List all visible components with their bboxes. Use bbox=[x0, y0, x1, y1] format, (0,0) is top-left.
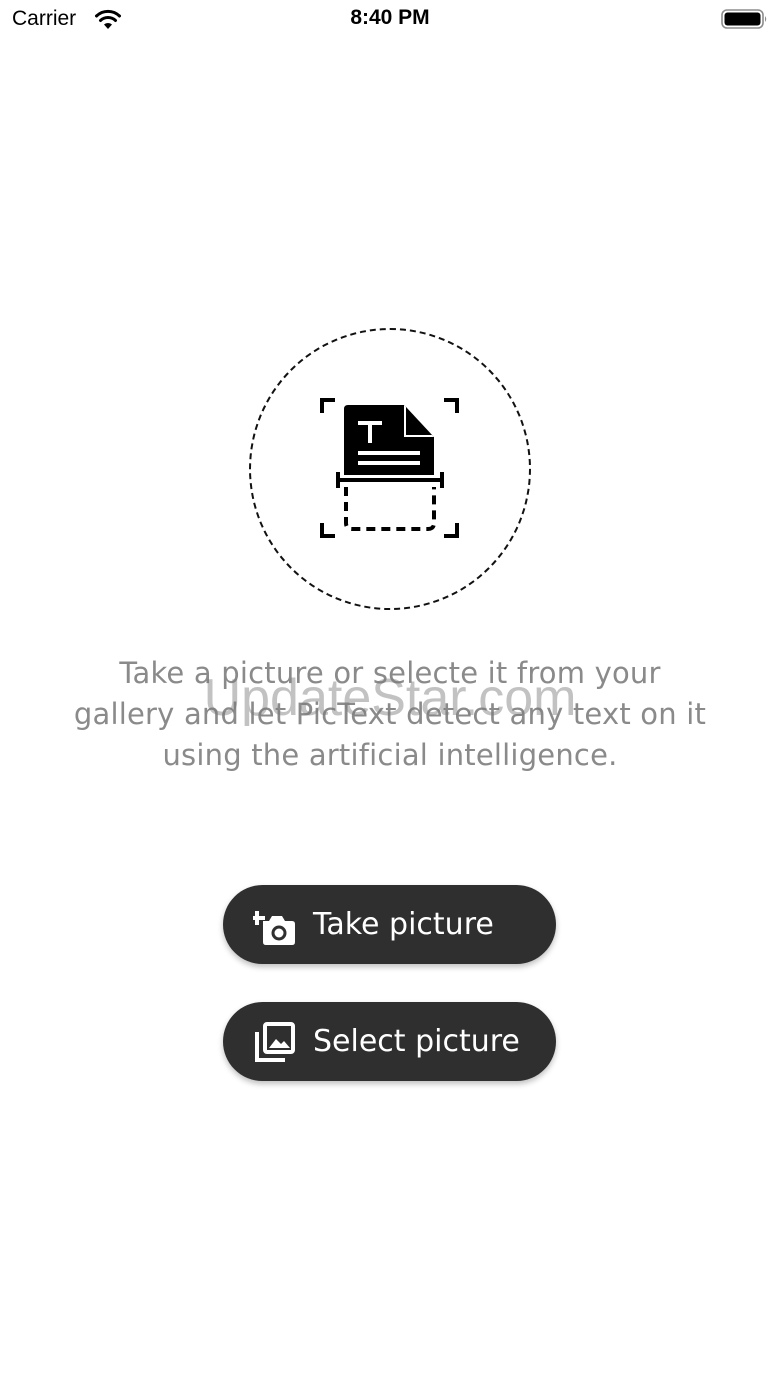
take-picture-button[interactable]: Take picture bbox=[223, 885, 556, 964]
select-picture-label: Select picture bbox=[313, 1024, 520, 1059]
status-bar: Carrier 8:40 PM bbox=[0, 0, 780, 40]
photo-library-icon bbox=[255, 1021, 295, 1062]
select-picture-button[interactable]: Select picture bbox=[223, 1002, 556, 1081]
battery-icon bbox=[721, 9, 767, 29]
intro-description: Take a picture or selecte it from your g… bbox=[73, 656, 707, 772]
take-picture-label: Take picture bbox=[313, 907, 494, 942]
add-camera-icon bbox=[253, 910, 295, 945]
status-time: 8:40 PM bbox=[350, 6, 430, 29]
document-scan-icon bbox=[320, 398, 459, 538]
